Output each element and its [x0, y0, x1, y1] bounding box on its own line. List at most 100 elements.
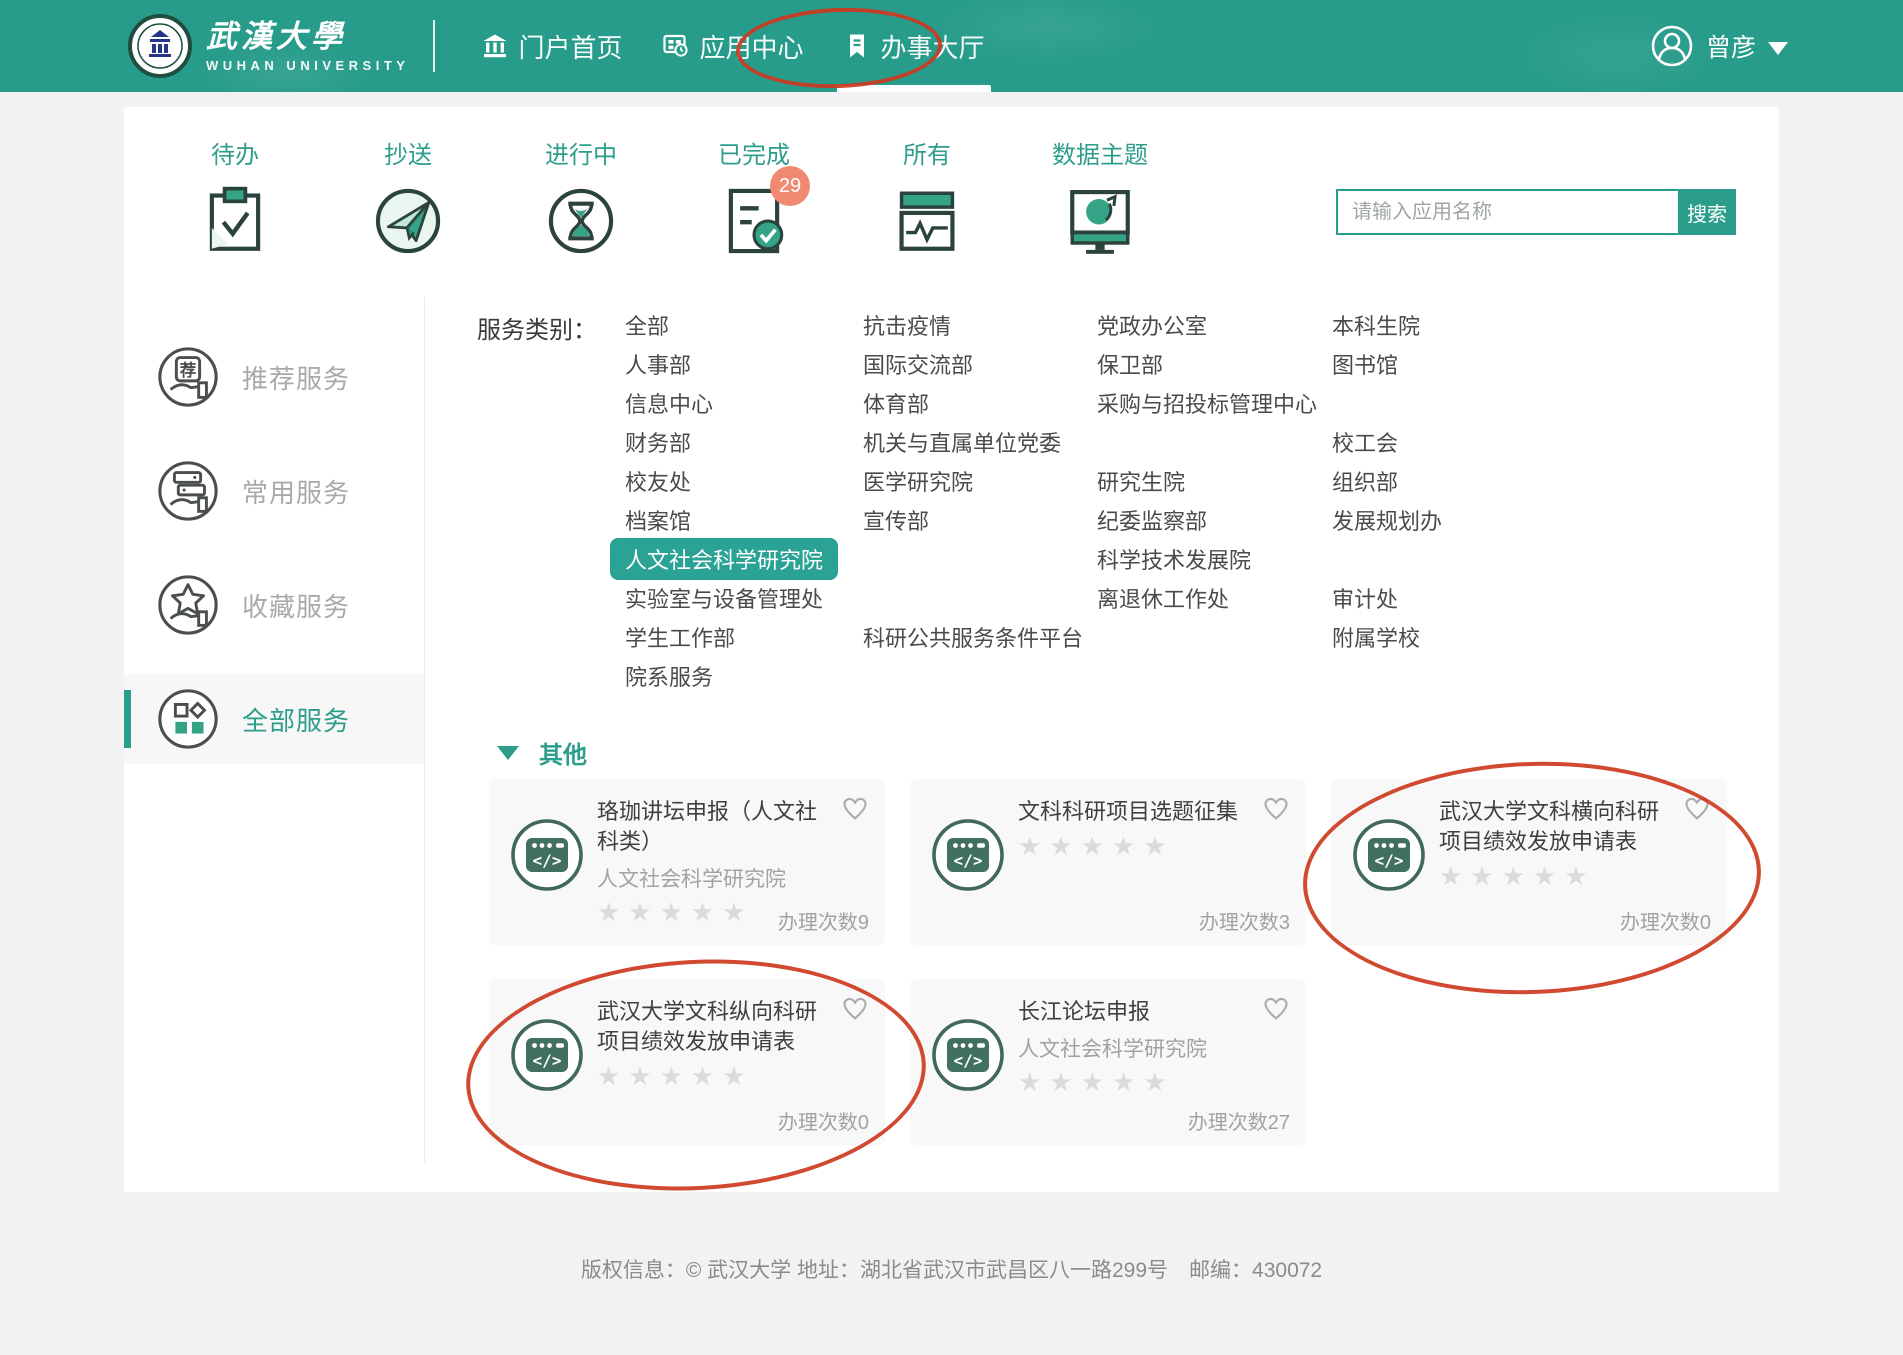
card-title: 文科科研项目选题征集: [1018, 797, 1250, 827]
sidebar-item-label: 常用服务: [242, 473, 350, 510]
card-body: 武汉大学文科纵向科研项目绩效发放申请表★★★★★: [597, 997, 869, 1091]
tab-inprogress[interactable]: 进行中: [520, 135, 642, 260]
chevron-down-icon: [1768, 42, 1788, 55]
category-chip[interactable]: 机关与直属单位党委: [863, 426, 1061, 458]
sidebar-item-label: 全部服务: [242, 701, 350, 738]
section-header-other[interactable]: 其他: [497, 735, 587, 770]
category-chip[interactable]: 保卫部: [1097, 348, 1163, 380]
category-chip[interactable]: 国际交流部: [863, 348, 973, 380]
tab-data-theme[interactable]: 数据主题: [1039, 135, 1161, 260]
category-chip[interactable]: 科研公共服务条件平台: [863, 621, 1083, 653]
category-chip[interactable]: 院系服务: [625, 660, 713, 692]
heart-icon[interactable]: [1262, 795, 1290, 823]
category-chip[interactable]: 宣传部: [863, 504, 929, 536]
logo-divider: [433, 20, 435, 72]
tab-label: 抄送: [384, 135, 432, 170]
university-logo[interactable]: 武漢大學 WUHAN UNIVERSITY: [128, 14, 409, 78]
university-emblem-icon: [128, 14, 192, 78]
tab-cc[interactable]: 抄送: [347, 135, 469, 260]
service-card[interactable]: </>珞珈讲坛申报（人文社科类）人文社会科学研究院★★★★★办理次数9: [489, 779, 885, 945]
university-name-en: WUHAN UNIVERSITY: [206, 59, 409, 72]
card-rating-stars[interactable]: ★★★★★: [1018, 1067, 1250, 1097]
tab-icon-wrap: [368, 182, 448, 260]
recommend-icon: 荐: [156, 345, 220, 409]
category-chip[interactable]: 纪委监察部: [1097, 504, 1207, 536]
tab-all[interactable]: 所有: [866, 135, 988, 260]
tab-icon-wrap: [541, 182, 621, 260]
heart-icon[interactable]: [841, 795, 869, 823]
category-chip[interactable]: 组织部: [1332, 465, 1398, 497]
category-chip[interactable]: 科学技术发展院: [1097, 543, 1251, 575]
category-chip[interactable]: 本科生院: [1332, 309, 1420, 341]
code-window-icon: </>: [509, 817, 585, 893]
heart-icon[interactable]: [841, 995, 869, 1023]
tab-label: 数据主题: [1052, 135, 1148, 170]
category-chip[interactable]: 人事部: [625, 348, 691, 380]
category-chip[interactable]: 校工会: [1332, 426, 1398, 458]
tab-todo[interactable]: 待办: [174, 135, 296, 260]
category-chip[interactable]: 全部: [625, 309, 669, 341]
user-name: 曾彦: [1706, 28, 1756, 64]
category-chip[interactable]: 医学研究院: [863, 465, 973, 497]
card-process-count: 办理次数3: [1199, 906, 1290, 935]
category-chip[interactable]: 信息中心: [625, 387, 713, 419]
search-button[interactable]: 搜索: [1678, 189, 1736, 235]
frequent-icon: [156, 459, 220, 523]
search-input[interactable]: [1336, 189, 1678, 235]
category-chip[interactable]: 发展规划办: [1332, 504, 1442, 536]
category-chip[interactable]: 离退休工作处: [1097, 582, 1229, 614]
monitor-chart-icon: [1063, 184, 1137, 258]
nav-label: 应用中心: [699, 28, 803, 65]
category-chip[interactable]: 实验室与设备管理处: [625, 582, 823, 614]
card-process-count: 办理次数0: [1620, 906, 1711, 935]
service-card[interactable]: </> 武汉大学文科纵向科研项目绩效发放申请表★★★★★ 办理次数0: [489, 979, 885, 1145]
category-chip[interactable]: 档案馆: [625, 504, 691, 536]
sidebar-item-favorites[interactable]: 收藏服务: [124, 560, 424, 650]
card-rating-stars[interactable]: ★★★★★: [597, 1061, 829, 1091]
tab-label: 进行中: [545, 135, 617, 170]
category-chip[interactable]: 图书馆: [1332, 348, 1398, 380]
svg-text:</>: </>: [533, 1051, 562, 1070]
card-process-count: 办理次数0: [778, 1106, 869, 1135]
card-body: 长江论坛申报人文社会科学研究院★★★★★: [1018, 997, 1290, 1097]
sidebar-item-frequent[interactable]: 常用服务: [124, 446, 424, 536]
category-chip[interactable]: 体育部: [863, 387, 929, 419]
bank-icon: [481, 32, 509, 60]
category-chip[interactable]: 抗击疫情: [863, 309, 951, 341]
svg-text:</>: </>: [1375, 851, 1404, 870]
category-chip[interactable]: 财务部: [625, 426, 691, 458]
sidebar-item-label: 收藏服务: [242, 587, 350, 624]
tab-icon-wrap: [1060, 182, 1140, 260]
service-card[interactable]: </> 文科科研项目选题征集 ★★★★★ 办理次数3: [910, 779, 1306, 945]
university-name-zh: 武漢大學: [206, 21, 409, 52]
svg-text:</>: </>: [954, 851, 983, 870]
divider: [424, 297, 425, 1162]
card-rating-stars[interactable]: ★★★★★: [1439, 861, 1671, 891]
card-body: 武汉大学文科横向科研项目绩效发放申请表★★★★★: [1439, 797, 1711, 891]
category-chip[interactable]: 研究生院: [1097, 465, 1185, 497]
heart-icon[interactable]: [1262, 995, 1290, 1023]
sidebar-item-all-services[interactable]: 全部服务: [124, 674, 424, 764]
nav-item-app-center[interactable]: 应用中心: [642, 0, 823, 92]
service-card[interactable]: </>长江论坛申报人文社会科学研究院★★★★★办理次数27: [910, 979, 1306, 1145]
category-chip[interactable]: 校友处: [625, 465, 691, 497]
card-rating-stars[interactable]: ★★★★★: [1018, 831, 1250, 861]
heart-icon[interactable]: [1683, 795, 1711, 823]
user-menu[interactable]: 曾彦: [1650, 0, 1788, 92]
main-panel: 待办抄送进行中已完成29所有数据主题 搜索 荐推荐服务常用服务收藏服务全部服务 …: [124, 107, 1779, 1192]
tab-icon-wrap: [887, 182, 967, 260]
tab-completed[interactable]: 已完成29: [693, 135, 815, 260]
category-chip[interactable]: 附属学校: [1332, 621, 1420, 653]
paper-plane-icon: [371, 184, 445, 258]
category-chip[interactable]: 学生工作部: [625, 621, 735, 653]
category-chip[interactable]: 审计处: [1332, 582, 1398, 614]
sidebar-item-recommended[interactable]: 荐推荐服务: [124, 332, 424, 422]
nav-item-portal-home[interactable]: 门户首页: [461, 0, 642, 92]
category-chip[interactable]: 采购与招投标管理中心: [1097, 387, 1317, 419]
card-org: 人文社会科学研究院: [1018, 1033, 1250, 1063]
nav-item-service-hall[interactable]: 办事大厅: [823, 0, 1004, 92]
service-card[interactable]: </> 武汉大学文科横向科研项目绩效发放申请表★★★★★ 办理次数0: [1331, 779, 1727, 945]
category-chip[interactable]: 党政办公室: [1097, 309, 1207, 341]
category-chip-selected[interactable]: 人文社会科学研究院: [610, 538, 838, 580]
tab-label: 所有: [903, 135, 951, 170]
